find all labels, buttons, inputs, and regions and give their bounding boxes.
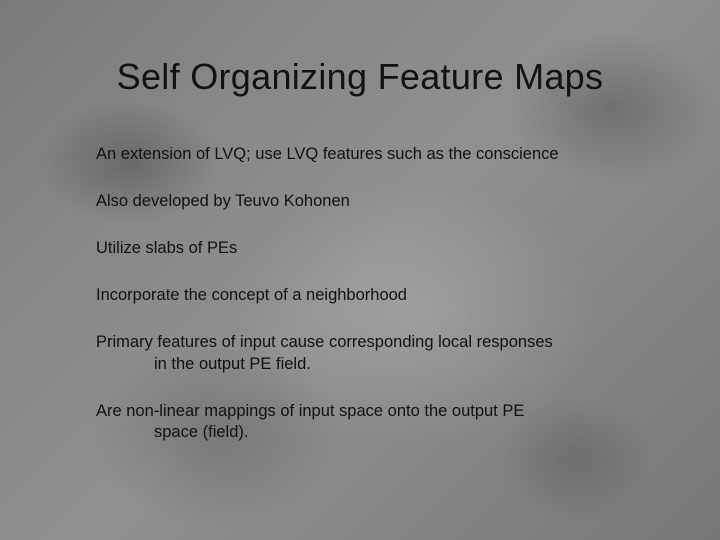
- bullet-text-cont: space (field).: [96, 422, 650, 443]
- slide-body: An extension of LVQ; use LVQ features su…: [96, 144, 650, 469]
- bullet-text: Incorporate the concept of a neighborhoo…: [96, 285, 650, 306]
- bullet-text: Utilize slabs of PEs: [96, 238, 650, 259]
- bullet-text: Also developed by Teuvo Kohonen: [96, 191, 650, 212]
- slide-title: Self Organizing Feature Maps: [0, 56, 720, 98]
- bullet-item: Incorporate the concept of a neighborhoo…: [96, 285, 650, 306]
- bullet-item: Are non-linear mappings of input space o…: [96, 401, 650, 443]
- bullet-text: An extension of LVQ; use LVQ features su…: [96, 144, 650, 165]
- bullet-item: Primary features of input cause correspo…: [96, 332, 650, 374]
- bullet-item: An extension of LVQ; use LVQ features su…: [96, 144, 650, 165]
- bullet-item: Also developed by Teuvo Kohonen: [96, 191, 650, 212]
- slide: Self Organizing Feature Maps An extensio…: [0, 0, 720, 540]
- bullet-text: Primary features of input cause correspo…: [96, 332, 650, 353]
- bullet-item: Utilize slabs of PEs: [96, 238, 650, 259]
- bullet-text-cont: in the output PE field.: [96, 354, 650, 375]
- bullet-text: Are non-linear mappings of input space o…: [96, 401, 650, 422]
